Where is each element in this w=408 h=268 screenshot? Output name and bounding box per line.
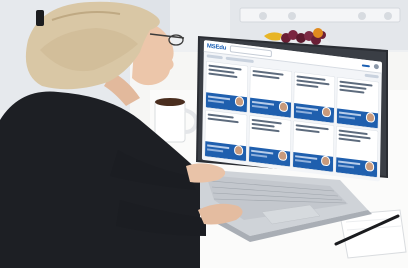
video-card[interactable] <box>337 77 379 129</box>
avatar[interactable] <box>373 63 379 70</box>
video-card[interactable] <box>248 115 291 167</box>
subscribe-button[interactable] <box>361 63 370 67</box>
video-card-grid <box>202 59 382 180</box>
speaker-photo <box>365 160 375 172</box>
photo-scene: MSEdu <box>0 0 408 268</box>
laptop-screen: MSEdu <box>201 40 382 182</box>
speaker-photo <box>365 111 376 123</box>
speaker-photo <box>277 150 287 162</box>
speaker-photo <box>278 101 288 113</box>
filter-pill[interactable] <box>206 54 223 60</box>
sort-pill[interactable] <box>364 73 379 79</box>
video-card[interactable] <box>204 110 247 162</box>
speaker-photo <box>322 106 332 118</box>
video-card[interactable] <box>249 66 292 118</box>
video-card[interactable] <box>293 72 335 123</box>
speaker-photo <box>233 144 243 156</box>
video-card[interactable] <box>292 120 335 172</box>
speaker-photo <box>321 155 331 167</box>
speaker-photo <box>234 95 244 107</box>
site-logo[interactable]: MSEdu <box>207 43 226 51</box>
video-card[interactable] <box>205 61 248 113</box>
video-card[interactable] <box>336 126 378 178</box>
